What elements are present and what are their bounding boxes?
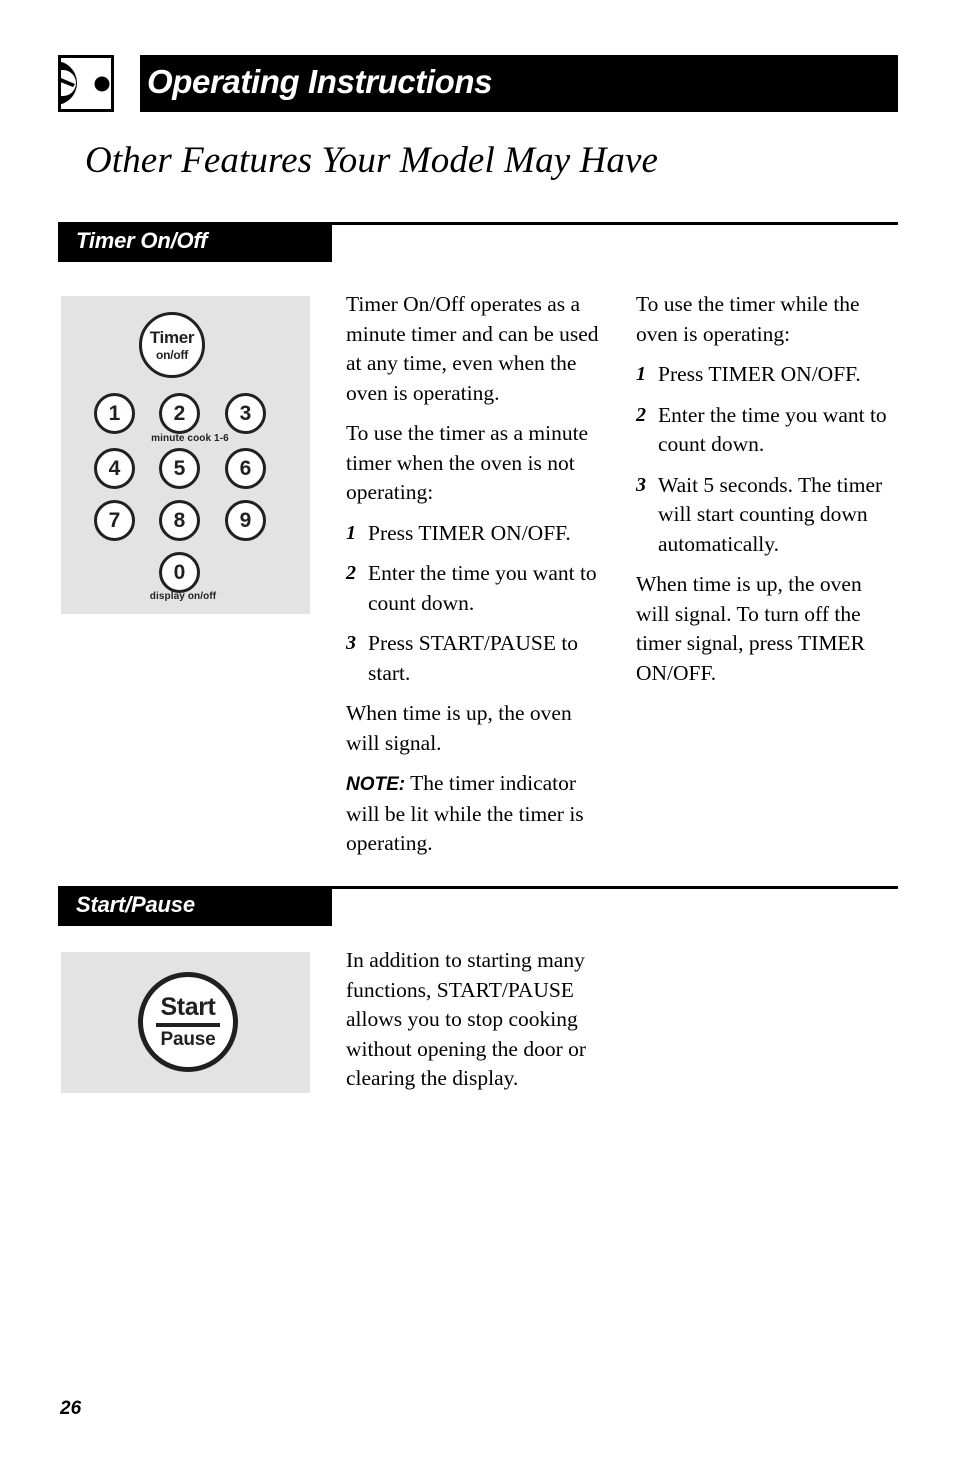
section-start-pause: Start/Pause Start Pause In addition to s… (58, 886, 898, 1106)
timer-right-step-3-number: 3 (636, 473, 646, 496)
timer-closing-paragraph: When time is up, the oven will signal. (346, 701, 572, 755)
keypad-key-2: 2 (159, 393, 200, 434)
start-pause-key-main-label: Start (160, 993, 216, 1021)
keypad-key-1: 1 (94, 393, 135, 434)
timer-right-column: To use the timer while the oven is opera… (636, 290, 898, 688)
keypad-key-6: 6 (225, 448, 266, 489)
start-pause-key-divider (156, 1023, 220, 1027)
timer-step-2-number: 2 (346, 562, 356, 584)
timer-right-lead-in: To use the timer while the oven is opera… (636, 292, 860, 346)
keypad-key-0: 0 (159, 552, 200, 593)
timer-step-3-text: Press START/PAUSE to start. (368, 631, 579, 685)
start-pause-key: Start Pause (138, 972, 238, 1072)
oven-dial-icon (58, 55, 114, 112)
timer-right-closing: When time is up, the oven will signal. T… (636, 572, 865, 685)
keypad-key-4: 4 (94, 448, 135, 489)
timer-step-3-number: 3 (346, 632, 356, 654)
timer-key-main-label: Timer (149, 328, 195, 347)
timer-step-3: 3 Press START/PAUSE to start. (346, 629, 608, 688)
keypad-key-8: 8 (159, 500, 200, 541)
page-title: Other Features Your Model May Have (85, 140, 659, 181)
timer-right-step-3: 3 Wait 5 seconds. The timer will start c… (636, 471, 898, 560)
keypad-key-9: 9 (225, 500, 266, 541)
start-pause-illustration: Start Pause (61, 952, 310, 1093)
start-pause-intro-paragraph: In addition to starting many functions, … (346, 948, 587, 1090)
timer-right-step-1: 1 Press TIMER ON/OFF. (636, 360, 898, 390)
timer-right-step-2-text: Enter the time you want to count down. (658, 402, 887, 457)
timer-right-step-2: 2 Enter the time you want to count down. (636, 401, 898, 460)
keypad-key-3: 3 (225, 393, 266, 434)
timer-lead-in-paragraph: To use the timer as a minute timer when … (346, 421, 589, 504)
start-pause-middle-column: In addition to starting many functions, … (346, 946, 608, 1094)
timer-note-paragraph: NOTE: The timer indicator will be lit wh… (346, 769, 608, 859)
timer-on-off-key: Timer on/off (139, 312, 205, 378)
timer-key-sub-label: on/off (155, 348, 189, 362)
note-label: NOTE: (346, 774, 406, 795)
timer-step-2: 2 Enter the time you want to count down. (346, 559, 608, 618)
timer-right-step-3-text: Wait 5 seconds. The timer will start cou… (658, 472, 883, 556)
timer-intro-paragraph: Timer On/Off operates as a minute timer … (346, 292, 599, 405)
timer-step-1: 1 Press TIMER ON/OFF. (346, 519, 608, 549)
timer-middle-column: Timer On/Off operates as a minute timer … (346, 290, 608, 859)
keypad-illustration: Timer on/off 1 2 3 minute cook 1-6 4 5 6… (61, 296, 310, 614)
minute-cook-caption: minute cook 1-6 (151, 433, 229, 444)
timer-right-step-2-number: 2 (636, 403, 646, 426)
header-title: Operating Instructions (147, 63, 493, 100)
timer-step-1-number: 1 (346, 521, 356, 544)
section-heading-label: Timer On/Off (76, 228, 208, 253)
timer-step-1-text: Press TIMER ON/OFF. (368, 520, 571, 545)
display-on-off-caption: display on/off (149, 591, 217, 602)
page-header: Operating Instructions (58, 55, 898, 117)
section-heading-label: Start/Pause (76, 892, 195, 917)
keypad-key-5: 5 (159, 448, 200, 489)
section-timer-on-off: Timer On/Off Timer on/off 1 2 3 minute c… (58, 222, 898, 855)
keypad-key-7: 7 (94, 500, 135, 541)
timer-step-2-text: Enter the time you want to count down. (368, 561, 597, 615)
timer-right-step-1-text: Press TIMER ON/OFF. (658, 362, 861, 386)
start-pause-key-sub-label: Pause (160, 1029, 216, 1050)
timer-right-step-1-number: 1 (636, 363, 646, 385)
page-number: 26 (60, 1398, 82, 1419)
